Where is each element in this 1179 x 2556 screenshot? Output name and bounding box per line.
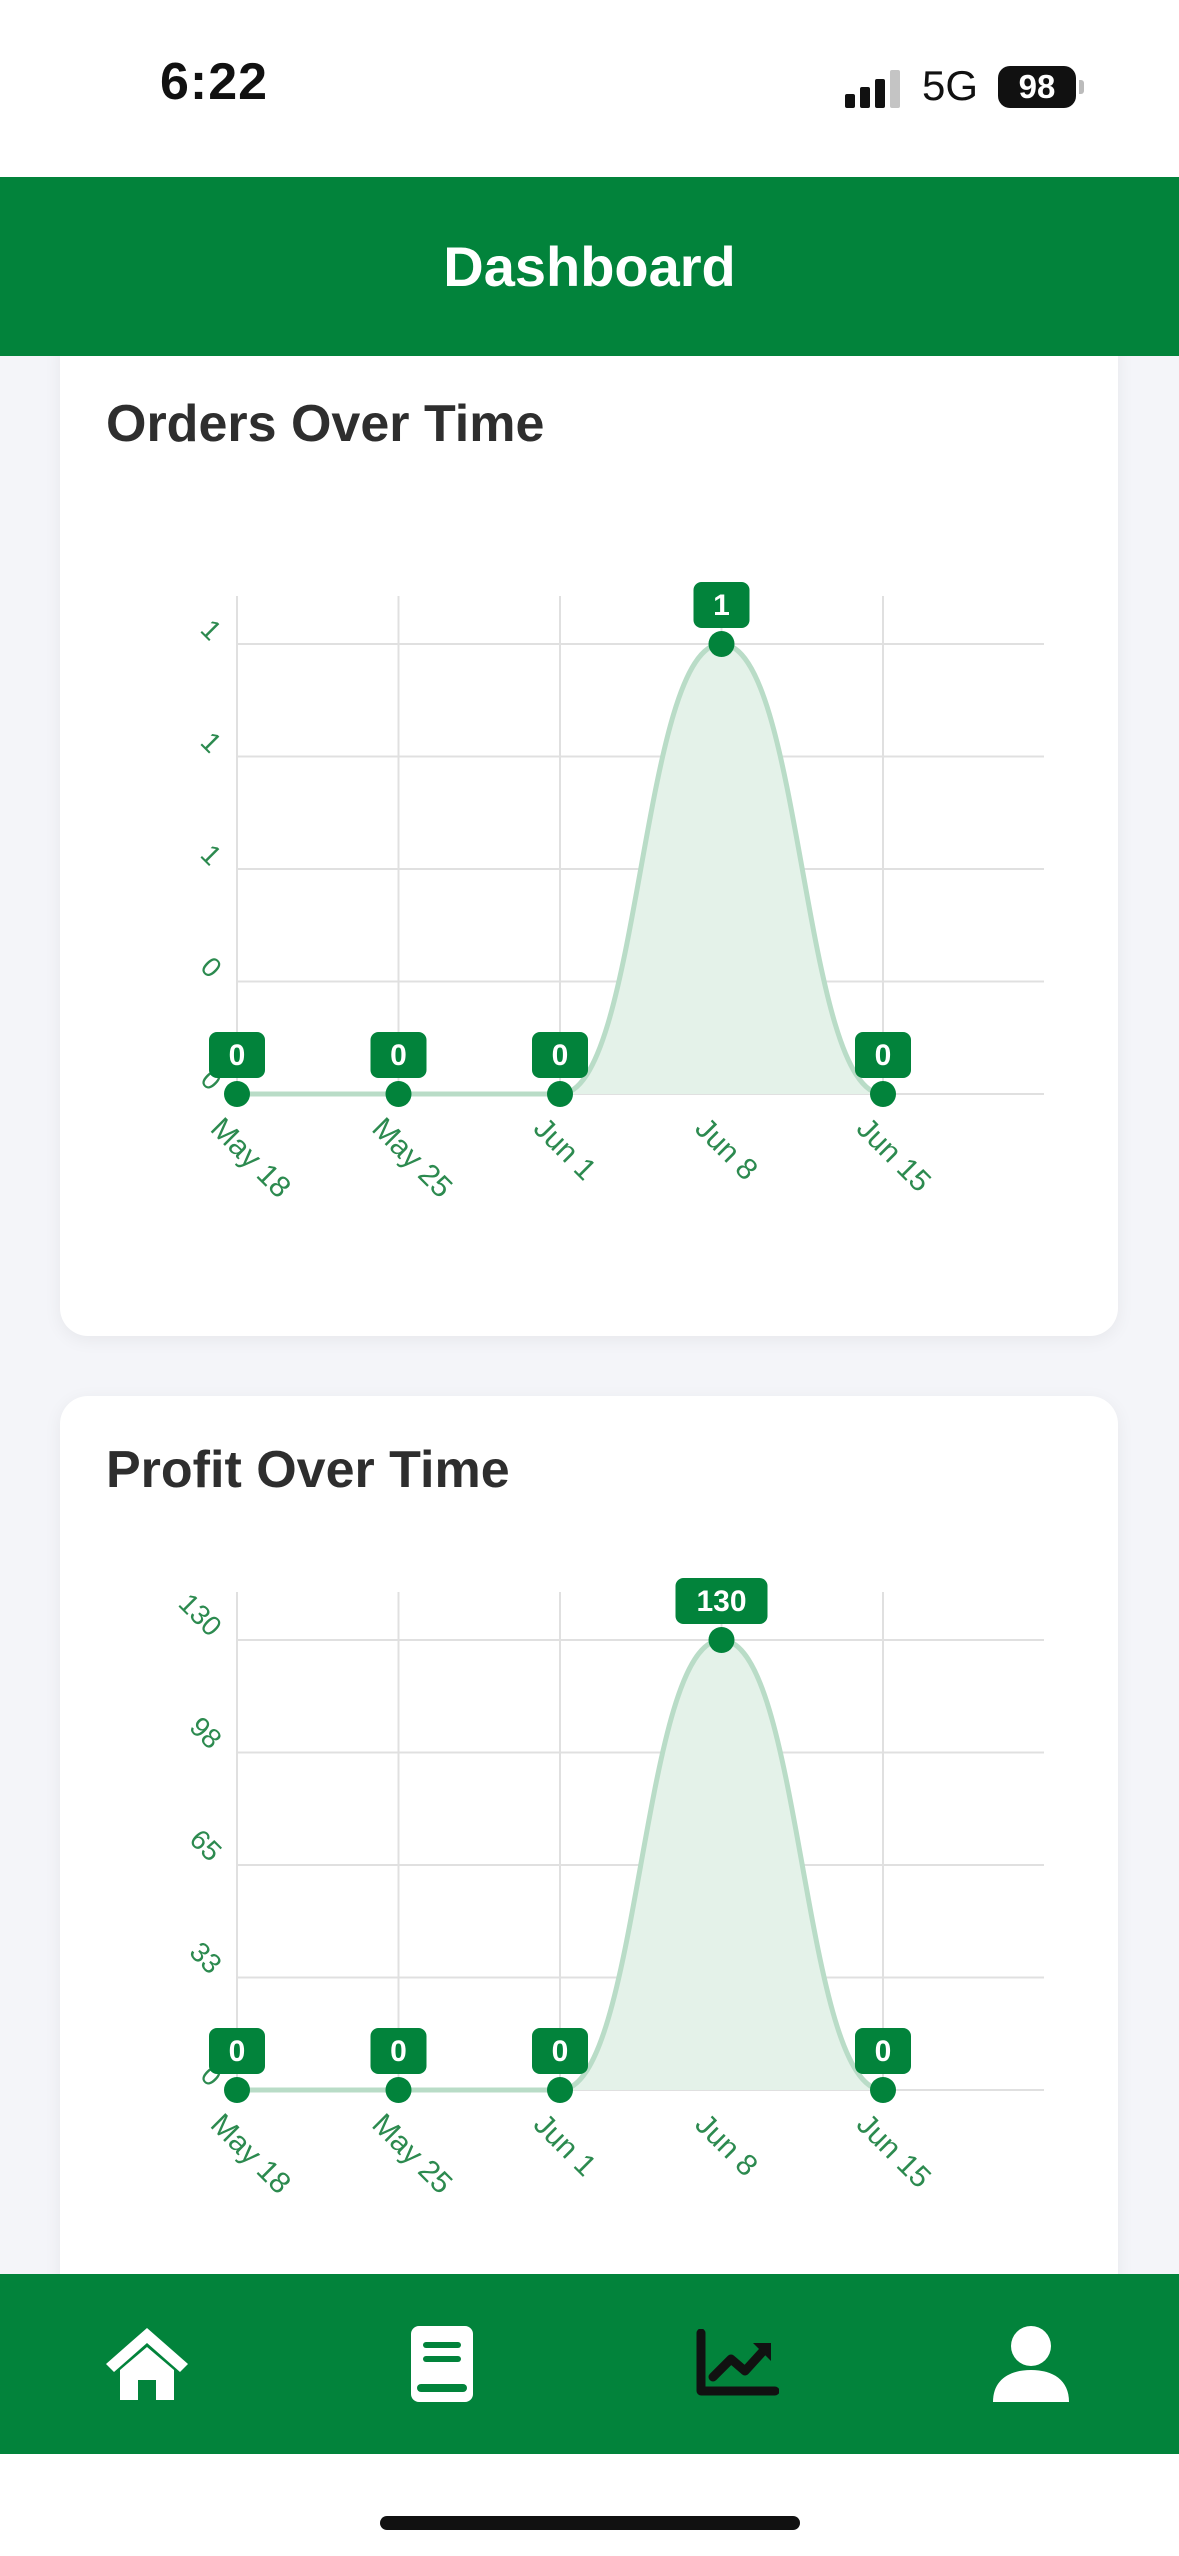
user-icon — [993, 2326, 1069, 2402]
network-type: 5G — [922, 62, 979, 109]
data-point — [708, 631, 735, 657]
data-label-text: 0 — [390, 2035, 407, 2068]
battery-icon: 98 — [998, 66, 1076, 108]
home-indicator[interactable] — [380, 2516, 800, 2530]
data-label: 0 — [209, 2028, 265, 2074]
x-tick-label: May 18 — [204, 1112, 297, 1205]
data-point — [224, 1081, 250, 1107]
home-indicator-area — [0, 2454, 1179, 2556]
tab-catalog[interactable] — [382, 2304, 502, 2424]
chart-line-icon — [696, 2329, 779, 2396]
data-label-text: 0 — [229, 2035, 246, 2068]
data-label: 130 — [675, 1578, 768, 1624]
y-tick-label: 98 — [184, 1711, 228, 1755]
data-point — [385, 1081, 412, 1107]
data-point — [870, 1081, 896, 1107]
data-label: 0 — [855, 1032, 911, 1078]
battery-level: 98 — [1018, 68, 1056, 105]
x-tick-label: May 25 — [366, 1112, 459, 1205]
data-point — [547, 1081, 573, 1107]
profit-chart-card: Profit Over Time 0 33 65 98 130 May 18 May 25 J… — [60, 1396, 1118, 2274]
data-point — [385, 2077, 412, 2103]
app-header: Dashboard — [0, 177, 1179, 356]
data-label-text: 0 — [229, 1039, 246, 1072]
tab-home[interactable] — [87, 2304, 207, 2424]
x-tick-label: Jun 8 — [689, 2108, 764, 2183]
y-tick-label: 0 — [195, 951, 228, 984]
data-label-text: 0 — [390, 1039, 407, 1072]
x-tick-label: Jun 1 — [527, 2108, 602, 2183]
data-point — [547, 2077, 573, 2103]
data-label: 0 — [209, 1032, 265, 1078]
signal-icon — [845, 70, 900, 108]
y-tick-label: 65 — [184, 1823, 228, 1867]
data-label-text: 0 — [552, 2035, 569, 2068]
data-label: 0 — [370, 2028, 427, 2074]
data-label-text: 1 — [713, 589, 730, 622]
data-label: 0 — [855, 2028, 911, 2074]
y-tick-label: 130 — [173, 1587, 228, 1642]
data-label-text: 0 — [875, 1039, 892, 1072]
status-bar: 6:22 5G 98 — [0, 0, 1179, 177]
tab-profile[interactable] — [971, 2304, 1091, 2424]
data-label-text: 0 — [552, 1039, 569, 1072]
data-label: 0 — [370, 1032, 427, 1078]
data-label-text: 0 — [875, 2035, 892, 2068]
dashboard-content[interactable]: Orders Over Time 0 0 1 1 1 May 18 May 25 Jun 1J… — [0, 356, 1179, 2274]
data-label: 0 — [532, 1032, 588, 1078]
data-label-text: 130 — [696, 1585, 746, 1618]
book-icon — [411, 2326, 473, 2402]
x-tick-label: Jun 8 — [689, 1112, 764, 1187]
orders-chart: 00111May 18 May 25 Jun 1 Jun 8 Jun 150 0 010 — [195, 582, 1044, 1205]
status-time: 6:22 — [160, 53, 269, 111]
tab-analytics[interactable] — [677, 2304, 797, 2424]
data-label: 0 — [532, 2028, 588, 2074]
x-tick-label: May 25 — [366, 2108, 459, 2201]
y-tick-label: 33 — [184, 1936, 228, 1980]
x-tick-label: Jun 1 — [527, 1112, 602, 1187]
battery-cap — [1079, 80, 1084, 94]
y-tick-label: 1 — [195, 838, 228, 871]
x-tick-label: Jun 15 — [850, 1112, 937, 1199]
x-tick-label: Jun 15 — [850, 2108, 937, 2195]
x-tick-label: May 18 — [204, 2108, 297, 2201]
profit-chart: 0 33 65 98 130 May 18 May 25 Jun 1 Jun 8 Jun 15 0 0… — [173, 1578, 1044, 2201]
data-point — [708, 1627, 735, 1653]
data-point — [224, 2077, 250, 2103]
tab-bar — [0, 2274, 1179, 2454]
data-point — [870, 2077, 896, 2103]
page-title: Dashboard — [443, 235, 736, 298]
home-icon — [106, 2328, 188, 2400]
orders-chart-card: Orders Over Time 0 0 1 1 1 May 18 May 25 Jun 1J… — [60, 356, 1118, 1336]
y-tick-label: 1 — [195, 613, 228, 646]
data-label: 1 — [693, 582, 750, 628]
y-tick-label: 1 — [195, 726, 228, 759]
